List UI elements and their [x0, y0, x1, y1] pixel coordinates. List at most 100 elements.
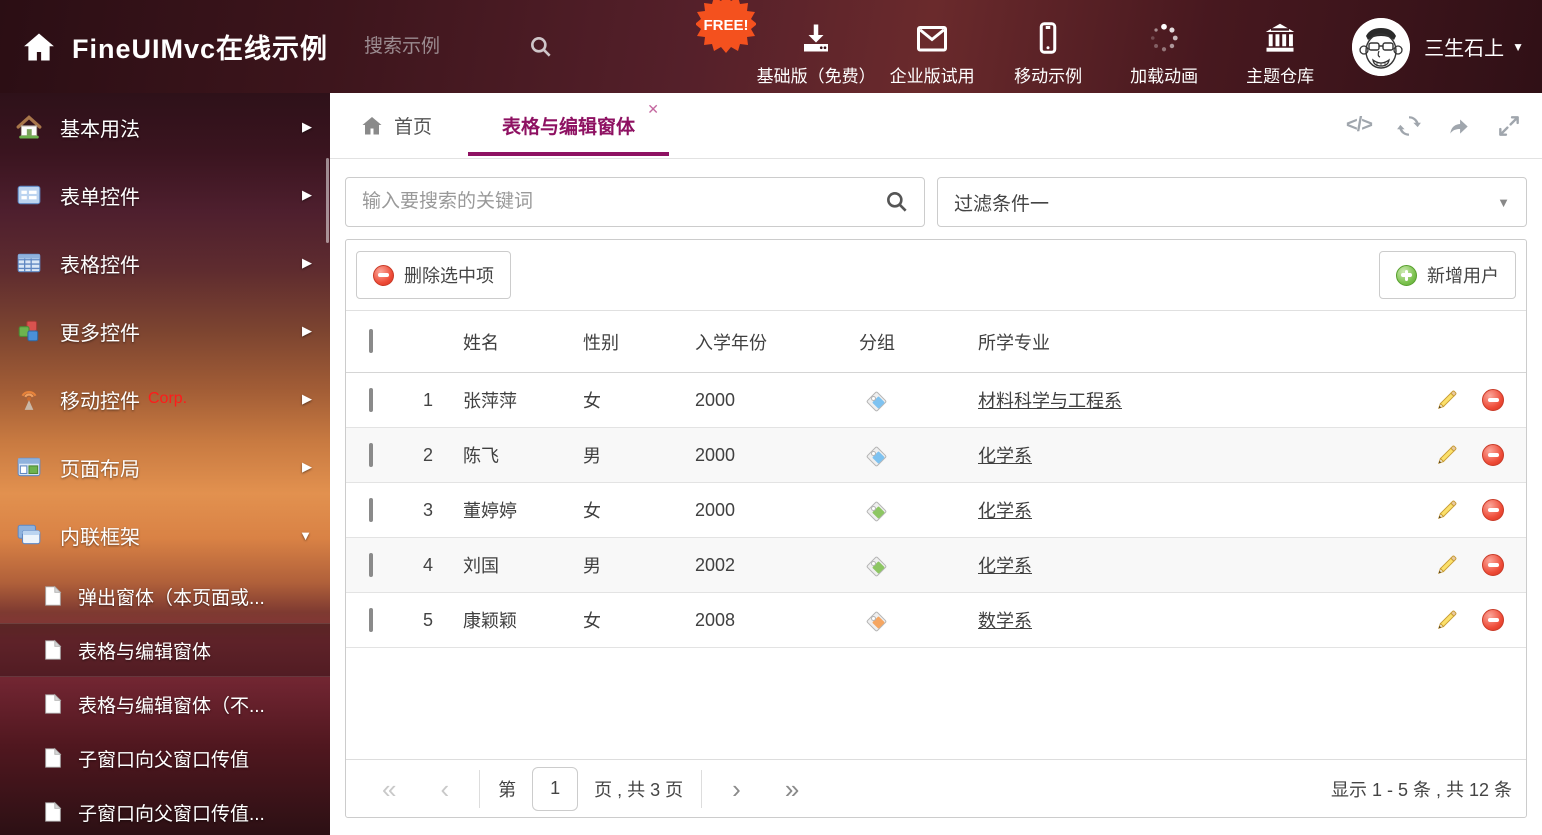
tab-home[interactable]: 首页 — [360, 112, 432, 139]
row-checkbox[interactable] — [369, 553, 373, 577]
chevron-down-icon: ▼ — [299, 528, 312, 543]
next-page-button[interactable]: › — [710, 776, 763, 802]
chevron-down-icon: ▼ — [1512, 40, 1524, 54]
delete-row-icon[interactable] — [1482, 609, 1504, 631]
major-link[interactable]: 化学系 — [978, 446, 1032, 466]
chevron-right-icon: ▶ — [302, 323, 312, 339]
close-icon[interactable]: ✕ — [647, 101, 659, 118]
home-icon[interactable] — [22, 30, 56, 64]
page-suffix: 页 , 共 3 页 — [594, 776, 683, 802]
refresh-icon[interactable] — [1396, 113, 1422, 139]
delete-selected-button[interactable]: 删除选中项 — [356, 251, 511, 299]
antenna-icon — [16, 386, 42, 412]
keyword-search-input[interactable] — [346, 178, 924, 226]
chevron-right-icon: ▶ — [302, 119, 312, 135]
user-name: 三生石上 — [1424, 32, 1504, 61]
prev-page-button[interactable]: ‹ — [418, 776, 471, 802]
nav-item-theme-repo[interactable]: 主题仓库 — [1222, 6, 1338, 87]
free-badge: FREE! — [696, 0, 756, 54]
main-content: 首页 表格与编辑窗体 ✕ </> — [330, 93, 1542, 835]
add-user-button[interactable]: 新增用户 — [1379, 251, 1516, 299]
home-icon — [360, 114, 384, 138]
sidebar-subitem-child-to-parent-2[interactable]: 子窗口向父窗口传值... — [0, 785, 330, 835]
filter-dropdown[interactable]: 过滤条件一 ▼ — [937, 177, 1527, 227]
tab-active-underline — [468, 152, 669, 156]
sidebar-scrollbar[interactable] — [326, 158, 329, 243]
col-gender: 性别 — [569, 329, 681, 355]
minus-circle-icon — [373, 265, 394, 286]
sidebar-subitem-grid-edit-window[interactable]: 表格与编辑窗体 — [0, 623, 330, 677]
edit-pencil-icon[interactable] — [1436, 499, 1458, 521]
nav-item-loading-animations[interactable]: 加载动画 — [1106, 6, 1222, 87]
nav-label: 企业版试用 — [890, 62, 975, 87]
grid-toolbar: 删除选中项 新增用户 — [346, 240, 1526, 311]
row-checkbox[interactable] — [369, 388, 373, 412]
house-icon — [16, 114, 42, 140]
header-search-input[interactable] — [364, 36, 514, 58]
nav-label: 基础版（免费） — [757, 62, 876, 87]
expand-icon[interactable] — [1496, 113, 1522, 139]
nav-item-enterprise-trial[interactable]: 企业版试用 — [874, 6, 990, 87]
nav-item-mobile-examples[interactable]: 移动示例 — [990, 6, 1106, 87]
sidebar-subitem-grid-edit-window-2[interactable]: 表格与编辑窗体（不... — [0, 677, 330, 731]
col-name: 姓名 — [441, 329, 569, 355]
share-icon[interactable] — [1446, 113, 1472, 139]
sidebar-item-grid-controls[interactable]: 表格控件 ▶ — [0, 229, 330, 297]
delete-row-icon[interactable] — [1482, 554, 1504, 576]
user-menu[interactable]: 三生石上 ▼ — [1352, 18, 1524, 76]
code-icon[interactable]: </> — [1346, 113, 1372, 139]
major-link[interactable]: 数学系 — [978, 611, 1032, 631]
document-icon — [42, 801, 64, 823]
page-number-input[interactable] — [532, 767, 578, 811]
major-link[interactable]: 化学系 — [978, 501, 1032, 521]
last-page-button[interactable]: » — [763, 776, 821, 802]
edit-pencil-icon[interactable] — [1436, 389, 1458, 411]
avatar[interactable] — [1352, 18, 1410, 76]
row-checkbox[interactable] — [369, 608, 373, 632]
delete-row-icon[interactable] — [1482, 499, 1504, 521]
search-icon[interactable] — [528, 34, 554, 60]
table-row: 4 刘国 男 2002 化学系 — [346, 538, 1526, 593]
sidebar-subitem-child-to-parent[interactable]: 子窗口向父窗口传值 — [0, 731, 330, 785]
nav-label: 移动示例 — [1014, 62, 1082, 87]
sidebar-subitem-popup-window[interactable]: 弹出窗体（本页面或... — [0, 569, 330, 623]
delete-row-icon[interactable] — [1482, 389, 1504, 411]
edit-pencil-icon[interactable] — [1436, 444, 1458, 466]
document-icon — [42, 693, 64, 715]
table-row: 3 董婷婷 女 2000 化学系 — [346, 483, 1526, 538]
major-link[interactable]: 材料科学与工程系 — [978, 391, 1122, 411]
edit-pencil-icon[interactable] — [1436, 609, 1458, 631]
edit-pencil-icon[interactable] — [1436, 554, 1458, 576]
first-page-button[interactable]: « — [360, 776, 418, 802]
search-icon[interactable] — [884, 189, 910, 215]
record-summary: 显示 1 - 5 条 , 共 12 条 — [1331, 776, 1512, 802]
pager-divider — [701, 770, 702, 808]
chevron-right-icon: ▶ — [302, 255, 312, 271]
pagination-bar: « ‹ 第 页 , 共 3 页 › » 显示 1 - 5 条 , 共 12 条 — [346, 759, 1526, 817]
sidebar-item-page-layout[interactable]: 页面布局 ▶ — [0, 433, 330, 501]
select-all-checkbox[interactable] — [369, 329, 373, 353]
sidebar-item-basic-usage[interactable]: 基本用法 ▶ — [0, 93, 330, 161]
tab-grid-edit-window[interactable]: 表格与编辑窗体 ✕ — [490, 93, 647, 159]
table-row: 1 张萍萍 女 2000 材料科学与工程系 — [346, 373, 1526, 428]
app-title: FineUIMvc在线示例 — [72, 27, 328, 66]
pager-divider — [479, 770, 480, 808]
sidebar-item-more-controls[interactable]: 更多控件 ▶ — [0, 297, 330, 365]
mobile-icon — [1030, 20, 1066, 56]
col-group: 分组 — [831, 329, 966, 355]
row-checkbox[interactable] — [369, 443, 373, 467]
sidebar-item-form-controls[interactable]: 表单控件 ▶ — [0, 161, 330, 229]
sidebar-item-mobile-controls[interactable]: 移动控件 Corp. ▶ — [0, 365, 330, 433]
plus-circle-icon — [1396, 265, 1417, 286]
delete-row-icon[interactable] — [1482, 444, 1504, 466]
filter-row: 过滤条件一 ▼ — [330, 159, 1542, 227]
sidebar-item-inline-frame[interactable]: 内联框架 ▼ — [0, 501, 330, 569]
nav-item-basic-edition[interactable]: FREE! 基础版（免费） — [758, 6, 874, 87]
row-checkbox[interactable] — [369, 498, 373, 522]
sidebar: 基本用法 ▶ 表单控件 ▶ 表格控件 ▶ — [0, 93, 330, 835]
cubes-icon — [16, 318, 42, 344]
table-row: 2 陈飞 男 2000 化学系 — [346, 428, 1526, 483]
chevron-right-icon: ▶ — [302, 459, 312, 475]
keyword-search — [345, 177, 925, 227]
major-link[interactable]: 化学系 — [978, 556, 1032, 576]
